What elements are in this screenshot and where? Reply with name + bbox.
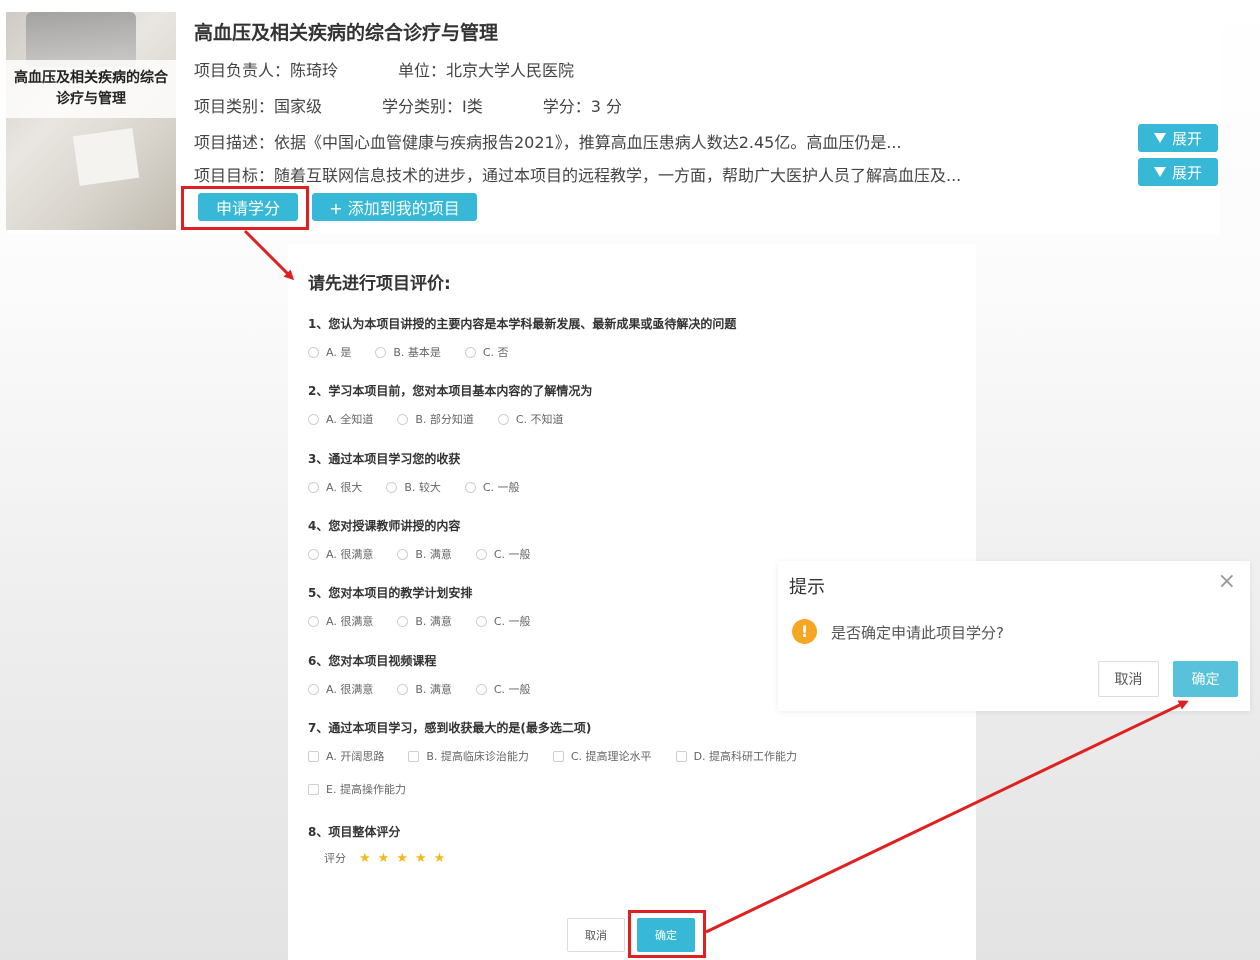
arrow-to-dialog-confirm <box>705 700 1189 934</box>
arrow-to-evaluation <box>243 229 295 281</box>
annotation-arrows <box>243 229 1189 934</box>
